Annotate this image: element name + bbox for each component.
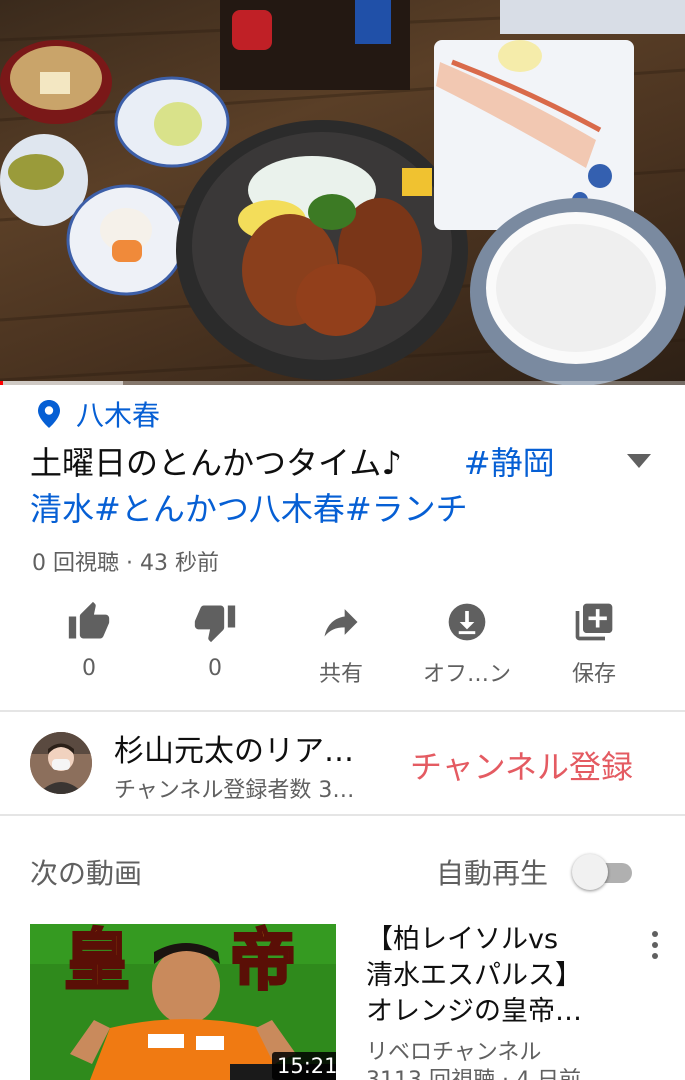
hashtag-link[interactable]: 清水 <box>30 490 94 528</box>
like-icon <box>68 601 110 639</box>
download-label: オフ…ン <box>422 662 511 687</box>
save-to-playlist-icon <box>575 603 613 641</box>
share-label: 共有 <box>318 662 363 687</box>
title-line: 清水エスパルス】 <box>366 960 582 991</box>
up-next-heading: 次の動画 <box>30 857 143 890</box>
video-frame <box>0 0 685 385</box>
view-count: 0 回視聴 <box>32 551 119 576</box>
autoplay-label: 自動再生 <box>436 857 549 890</box>
like-count: 0 <box>82 656 96 681</box>
dislike-button[interactable]: 0 <box>160 598 270 694</box>
duration-badge: 15:21 <box>272 1052 336 1080</box>
download-icon <box>448 603 486 641</box>
video-title-text: 土曜日のとんかつタイム♪ <box>30 444 402 482</box>
thumbnail-text: 帝 <box>229 924 298 999</box>
subscribe-button[interactable]: チャンネル登録 <box>410 742 633 788</box>
progress-bar[interactable] <box>0 381 685 385</box>
action-bar: 0 0 共有 オフ…ン 保存 <box>0 598 685 694</box>
video-title[interactable]: 土曜日のとんかつタイム♪ #静岡 清水#とんかつ八木春#ランチ <box>30 440 590 532</box>
subscriber-count: チャンネル登録者数 3… <box>114 778 355 803</box>
dislike-icon <box>194 605 236 643</box>
hashtag-link[interactable]: #静岡 <box>464 444 555 482</box>
share-button[interactable]: 共有 <box>286 598 396 694</box>
location-name[interactable]: 八木春 <box>76 394 160 434</box>
thumbnail-text: 皇 <box>63 924 132 999</box>
title-line: オレンジの皇帝… <box>366 996 582 1027</box>
avatar-image <box>30 732 92 794</box>
channel-avatar[interactable] <box>30 732 92 794</box>
location-tag[interactable]: 八木春 <box>36 396 160 432</box>
hashtag-link[interactable]: #ランチ <box>345 490 468 528</box>
toggle-knob <box>572 854 608 890</box>
dislike-count: 0 <box>208 656 222 681</box>
progress-buffered <box>3 381 124 385</box>
autoplay-toggle[interactable] <box>572 852 634 890</box>
video-player[interactable] <box>0 0 685 385</box>
more-options-icon[interactable] <box>644 928 666 962</box>
upload-age: 43 秒前 <box>139 551 219 576</box>
expand-description-icon[interactable] <box>622 448 656 474</box>
save-button[interactable]: 保存 <box>539 598 649 694</box>
download-button[interactable]: オフ…ン <box>412 598 522 694</box>
progress-played <box>0 381 4 385</box>
like-button[interactable]: 0 <box>34 598 144 694</box>
channel-name[interactable]: 杉山元太のリア… <box>114 726 396 770</box>
suggested-video-stats: 3113 回視聴 · 4 日前 <box>366 1062 581 1080</box>
video-thumbnail[interactable]: 皇 帝 15:21 <box>30 924 336 1080</box>
video-metadata: 0 回視聴 · 43 秒前 <box>32 551 219 576</box>
divider <box>0 814 685 816</box>
channel-row[interactable]: 杉山元太のリア… チャンネル登録者数 3… チャンネル登録 <box>0 712 685 814</box>
location-pin-icon <box>38 400 60 428</box>
hashtag-link[interactable]: #とんかつ八木春 <box>94 490 345 528</box>
suggested-video[interactable]: 皇 帝 15:21 【柏レイソルvs 清水エスパルス】 オレンジの皇帝… リベロ… <box>0 920 685 1080</box>
share-icon <box>324 609 358 637</box>
upload-age: 4 日前 <box>516 1068 581 1080</box>
title-line: 【柏レイソルvs <box>366 924 559 955</box>
suggested-video-title[interactable]: 【柏レイソルvs 清水エスパルス】 オレンジの皇帝… <box>366 922 622 1030</box>
save-label: 保存 <box>571 662 616 687</box>
view-count: 3113 回視聴 <box>366 1068 495 1080</box>
